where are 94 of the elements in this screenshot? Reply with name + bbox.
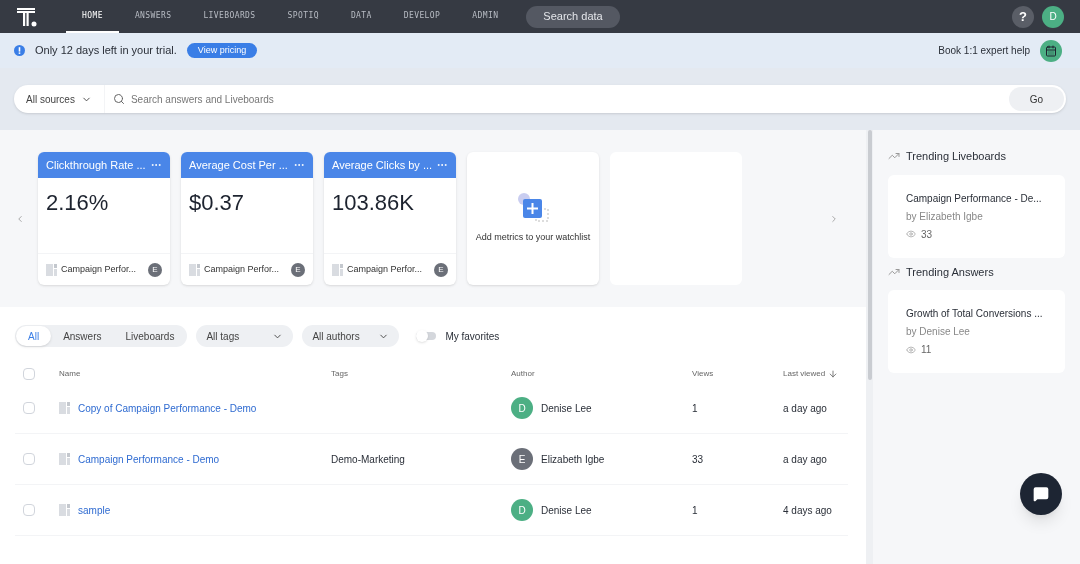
tag-text: Demo-Marketing xyxy=(331,452,406,467)
last-viewed: a day ago xyxy=(783,452,828,467)
type-segment[interactable]: Answers xyxy=(51,326,114,346)
column-header[interactable]: Author xyxy=(511,368,692,380)
search-icon xyxy=(112,93,125,105)
views-icon xyxy=(906,344,916,355)
views-count: 33 xyxy=(692,452,705,467)
nav-tab[interactable]: ANSWERS xyxy=(118,0,188,33)
add-metric-label: Add metrics to your watchlist xyxy=(475,230,591,244)
metric-card[interactable]: Average Cost Per ... $0.37 Campaign Perfor... E xyxy=(181,152,313,285)
add-metric-card[interactable]: Add metrics to your watchlist xyxy=(467,152,599,285)
trending-title: Campaign Performance - De... xyxy=(906,191,1043,206)
views-count: 1 xyxy=(692,401,699,416)
views-count: 33 xyxy=(921,227,933,242)
nav-tab[interactable]: ADMIN xyxy=(456,0,515,33)
document-icon xyxy=(46,263,57,276)
author-avatar: E xyxy=(291,262,305,277)
author-name: Denise Lee xyxy=(541,503,592,518)
author-name: Elizabeth Igbe xyxy=(541,452,605,467)
favorites-label: My favorites xyxy=(445,329,500,344)
calendar-button[interactable] xyxy=(1040,39,1062,62)
logo-icon[interactable] xyxy=(16,5,38,28)
document-icon xyxy=(332,263,343,276)
item-link[interactable]: Campaign Performance - Demo xyxy=(78,451,220,467)
trending-title: Growth of Total Conversions ... xyxy=(906,307,1044,321)
nav-tab[interactable]: SPOTIQ xyxy=(271,0,335,33)
row-checkbox[interactable] xyxy=(23,402,35,414)
last-viewed: 4 days ago xyxy=(783,503,833,518)
expert-help-text[interactable]: Book 1:1 expert help xyxy=(938,43,1030,58)
next-icon[interactable] xyxy=(829,213,839,224)
row-checkbox[interactable] xyxy=(23,453,35,465)
views-count: 11 xyxy=(921,343,932,357)
type-segment[interactable]: Liveboards xyxy=(113,326,187,346)
nav-tab[interactable]: DEVELOP xyxy=(387,0,457,33)
sort-icon[interactable] xyxy=(828,369,839,379)
source-dropdown[interactable]: All sources xyxy=(14,85,105,113)
trial-message: Only 12 days left in your trial. xyxy=(35,43,177,59)
chat-icon xyxy=(1033,486,1049,502)
author-avatar: D xyxy=(511,499,533,521)
view-pricing-button[interactable]: View pricing xyxy=(186,43,258,58)
nav-tab[interactable]: DATA xyxy=(334,0,388,33)
scrollbar[interactable] xyxy=(867,130,872,380)
document-icon xyxy=(59,453,70,465)
author-avatar: D xyxy=(511,397,533,419)
select-all-checkbox[interactable] xyxy=(23,368,35,380)
author-avatar: E xyxy=(511,448,533,470)
trending-author: by Denise Lee xyxy=(906,325,971,339)
author-avatar: E xyxy=(148,262,162,277)
metric-title: Average Cost Per ... xyxy=(189,157,288,173)
previous-icon[interactable] xyxy=(15,213,25,224)
column-header[interactable]: Tags xyxy=(331,368,511,380)
info-icon xyxy=(14,45,25,56)
metric-value: 2.16% xyxy=(45,189,110,217)
metric-title: Average Clicks by ... xyxy=(332,157,433,173)
document-icon xyxy=(59,402,70,414)
chat-button[interactable] xyxy=(1020,473,1062,515)
search-bar[interactable]: All sources Search answers and Liveboards Go xyxy=(14,85,1066,113)
trending-card[interactable]: Campaign Performance - De... by Elizabeth Igbe 33 xyxy=(888,174,1065,258)
document-icon xyxy=(189,263,200,276)
row-checkbox[interactable] xyxy=(23,504,35,516)
item-link[interactable]: sample xyxy=(78,502,111,518)
filter-dropdown[interactable]: All tags xyxy=(196,325,294,347)
favorites-toggle[interactable] xyxy=(416,332,437,340)
metric-title: Clickthrough Rate ... xyxy=(46,157,146,173)
source-name: Campaign Perfor... xyxy=(61,262,138,276)
item-link[interactable]: Copy of Campaign Performance - Demo xyxy=(78,400,257,416)
help-button[interactable]: ? xyxy=(1012,5,1034,28)
column-header[interactable]: Name xyxy=(59,368,331,380)
source-name: Campaign Perfor... xyxy=(347,262,424,276)
metric-value: $0.37 xyxy=(188,189,246,217)
search-field[interactable]: Search answers and Liveboards xyxy=(104,85,1009,113)
views-icon xyxy=(906,229,916,239)
last-viewed: a day ago xyxy=(783,401,828,416)
column-header[interactable]: Last viewed xyxy=(783,368,826,380)
calendar-icon xyxy=(1045,44,1057,57)
metric-value: 103.86K xyxy=(331,189,415,217)
type-segment[interactable]: All xyxy=(16,326,52,346)
views-count: 1 xyxy=(692,503,699,518)
column-header[interactable]: Views xyxy=(692,368,783,380)
author-name: Denise Lee xyxy=(541,401,592,416)
author-avatar: E xyxy=(434,262,448,277)
nav-tab[interactable]: LIVEBOARDS xyxy=(187,0,272,33)
trending-card[interactable]: Growth of Total Conversions ... by Denise Lee 11 xyxy=(888,290,1065,373)
trending-author: by Elizabeth Igbe xyxy=(906,209,984,224)
section-heading: Trending Answers xyxy=(906,264,994,280)
document-icon xyxy=(59,504,70,516)
filter-dropdown[interactable]: All authors xyxy=(302,325,400,347)
source-name: Campaign Perfor... xyxy=(204,262,281,276)
metric-card[interactable]: Average Clicks by ... 103.86K Campaign Perfor... E xyxy=(324,152,456,285)
add-metric-icon xyxy=(516,192,550,223)
metric-card[interactable]: Clickthrough Rate ... 2.16% Campaign Perfor... E xyxy=(38,152,170,285)
go-button[interactable]: Go xyxy=(1009,87,1064,111)
section-heading: Trending Liveboards xyxy=(906,149,1006,164)
search-data-button[interactable]: Search data xyxy=(526,5,620,28)
